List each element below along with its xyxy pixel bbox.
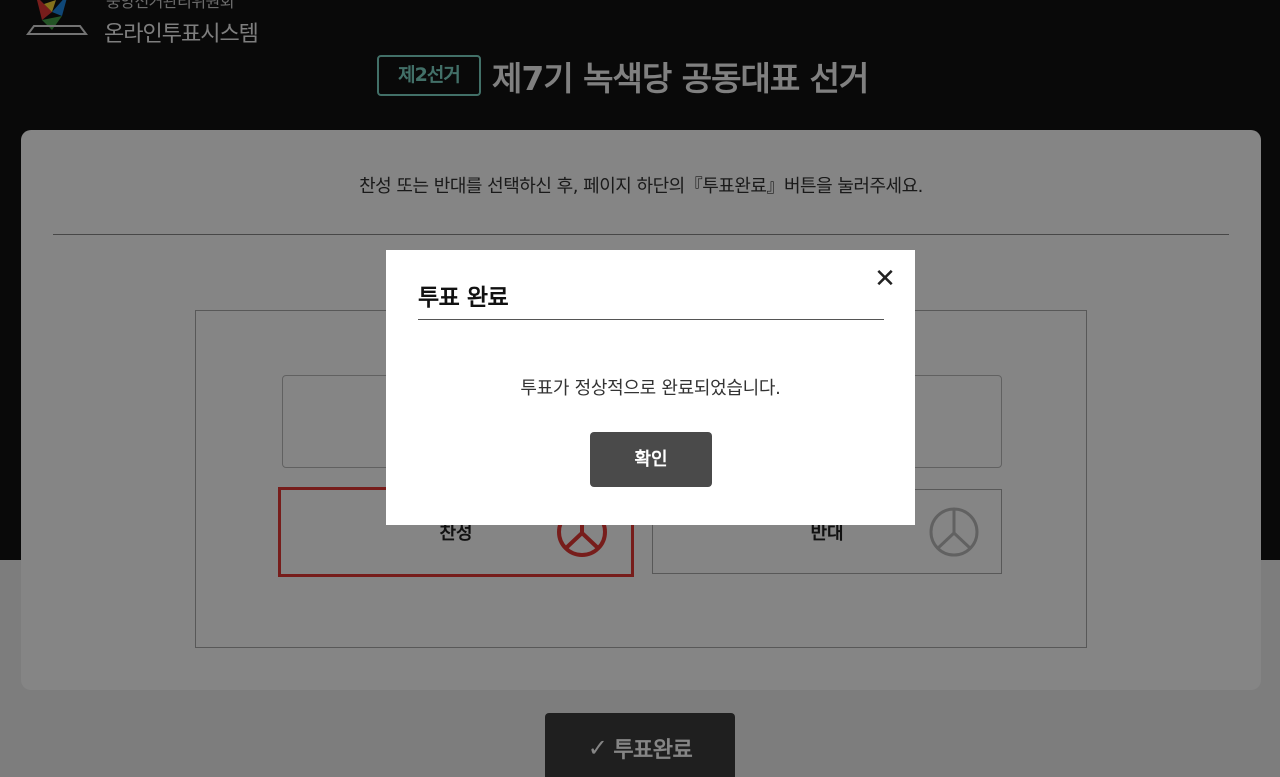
dialog-title: 투표 완료 xyxy=(418,285,509,311)
dialog-message: 투표가 정상적으로 완료되었습니다. xyxy=(520,378,781,399)
confirm-button[interactable]: 확인 xyxy=(590,432,712,487)
dialog-divider xyxy=(418,319,884,320)
close-icon[interactable]: ✕ xyxy=(872,266,898,292)
vote-complete-dialog: 투표 완료 ✕ 투표가 정상적으로 완료되었습니다. 확인 xyxy=(386,250,915,525)
